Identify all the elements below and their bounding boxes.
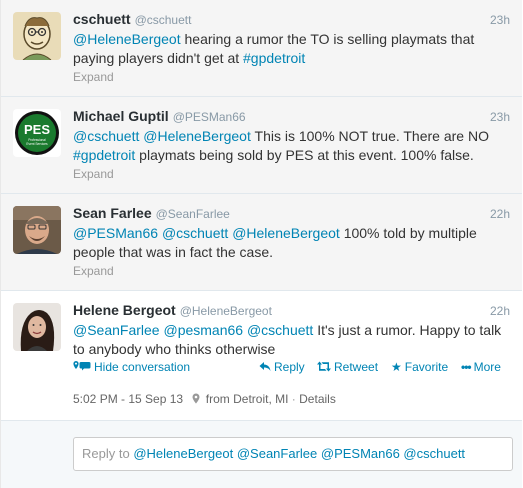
tweet-cschuett[interactable]: cschuett @cschuett 23h @HeleneBergeot hea… <box>1 0 522 97</box>
hide-conversation-button[interactable]: Hide conversation <box>73 360 190 374</box>
more-label: More <box>473 360 501 374</box>
username[interactable]: @PESMan66 <box>173 110 246 124</box>
more-button[interactable]: ••• More <box>461 360 501 374</box>
avatar[interactable] <box>13 206 61 254</box>
hashtag-link[interactable]: #gpdetroit <box>243 50 305 66</box>
tweet-pesman66[interactable]: PES Professional Event Services Michael … <box>1 97 522 194</box>
map-pin-icon <box>192 392 203 406</box>
avatar[interactable]: PES Professional Event Services <box>13 109 61 157</box>
fullname[interactable]: cschuett <box>73 11 131 27</box>
reply-input[interactable]: Reply to @HeleneBergeot @SeanFarlee @PES… <box>73 437 513 471</box>
avatar-logo-text: PES <box>24 122 50 137</box>
tweet-text: @cschuett @HeleneBergeot This is 100% NO… <box>73 127 510 165</box>
tweet-seanfarlee[interactable]: Sean Farlee @SeanFarlee 22h @PESMan66 @cs… <box>1 194 522 291</box>
mention-link[interactable]: @HeleneBergeot <box>143 128 251 144</box>
retweet-button[interactable]: Retweet <box>317 360 378 374</box>
mention-link[interactable]: @pesman66 <box>163 322 243 338</box>
timestamp[interactable]: 23h <box>490 13 510 27</box>
fullname[interactable]: Sean Farlee <box>73 205 152 221</box>
hide-conversation-label: Hide conversation <box>94 360 191 374</box>
person-photo-icon <box>13 303 61 351</box>
fullname[interactable]: Helene Bergeot <box>73 302 176 318</box>
hashtag-link[interactable]: #gpdetroit <box>73 147 135 163</box>
favorite-label: Favorite <box>404 360 449 374</box>
expand-link[interactable]: Expand <box>73 70 114 84</box>
tweet-helenebergeot-expanded[interactable]: Helene Bergeot @HeleneBergeot 22h @SeanFa… <box>1 291 522 488</box>
tweet-header: cschuett @cschuett 23h <box>73 11 510 29</box>
mention-link[interactable]: @cschuett <box>73 128 139 144</box>
person-photo-icon <box>13 206 61 254</box>
tweet-text: @SeanFarlee @pesman66 @cschuett It's jus… <box>73 321 510 359</box>
mention-link[interactable]: @SeanFarlee <box>73 322 160 338</box>
timestamp[interactable]: 23h <box>490 110 510 124</box>
conversation-icon <box>73 361 91 371</box>
dots-icon: ••• <box>461 360 472 374</box>
svg-text:Event Services: Event Services <box>26 142 48 146</box>
fullname[interactable]: Michael Guptil <box>73 108 169 124</box>
username[interactable]: @HeleneBergeot <box>180 304 272 318</box>
retweet-icon <box>317 361 331 372</box>
tweet-location[interactable]: from Detroit, MI <box>206 392 289 406</box>
tweet-header: Michael Guptil @PESMan66 23h <box>73 108 510 126</box>
reply-arrow-icon <box>259 362 271 371</box>
tweet-actions: Hide conversation Reply Retweet ★ Favorit… <box>73 360 510 378</box>
mention-link[interactable]: @HeleneBergeot <box>73 31 181 47</box>
star-icon: ★ <box>391 360 402 374</box>
avatar[interactable] <box>13 303 61 351</box>
username[interactable]: @cschuett <box>135 13 192 27</box>
mention-link[interactable]: @cschuett <box>247 322 313 338</box>
text-fragment: playmats being sold by PES at this event… <box>135 147 474 163</box>
tweet-datetime[interactable]: 5:02 PM - 15 Sep 13 <box>73 392 183 406</box>
timestamp[interactable]: 22h <box>490 207 510 221</box>
retweet-label: Retweet <box>334 360 379 374</box>
conversation-timeline: cschuett @cschuett 23h @HeleneBergeot hea… <box>0 0 522 488</box>
tweet-header: Helene Bergeot @HeleneBergeot 22h <box>73 302 510 320</box>
tweet-text: @HeleneBergeot hearing a rumor the TO is… <box>73 30 510 68</box>
reply-prefix: Reply to <box>82 446 134 461</box>
text-fragment: This is 100% NOT true. There are NO <box>250 128 489 144</box>
tweet-text: @PESMan66 @cschuett @HeleneBergeot 100% … <box>73 224 510 262</box>
tweet-metadata: 5:02 PM - 15 Sep 13 from Detroit, MI · D… <box>73 392 336 406</box>
mention-link[interactable]: @PESMan66 <box>73 225 158 241</box>
pes-logo-icon: PES Professional Event Services <box>13 109 61 157</box>
tweet-header: Sean Farlee @SeanFarlee 22h <box>73 205 510 223</box>
username[interactable]: @SeanFarlee <box>156 207 230 221</box>
cartoon-avatar-icon <box>13 12 61 60</box>
reply-mentions: @HeleneBergeot @SeanFarlee @PESMan66 @cs… <box>133 446 466 461</box>
avatar[interactable] <box>13 12 61 60</box>
favorite-button[interactable]: ★ Favorite <box>391 360 448 374</box>
mention-link[interactable]: @HeleneBergeot <box>232 225 340 241</box>
reply-button[interactable]: Reply <box>259 360 305 374</box>
reply-label: Reply <box>274 360 305 374</box>
mention-link[interactable]: @cschuett <box>162 225 228 241</box>
expand-link[interactable]: Expand <box>73 264 114 278</box>
details-link[interactable]: Details <box>299 392 336 406</box>
timestamp[interactable]: 22h <box>490 304 510 318</box>
expand-link[interactable]: Expand <box>73 167 114 181</box>
